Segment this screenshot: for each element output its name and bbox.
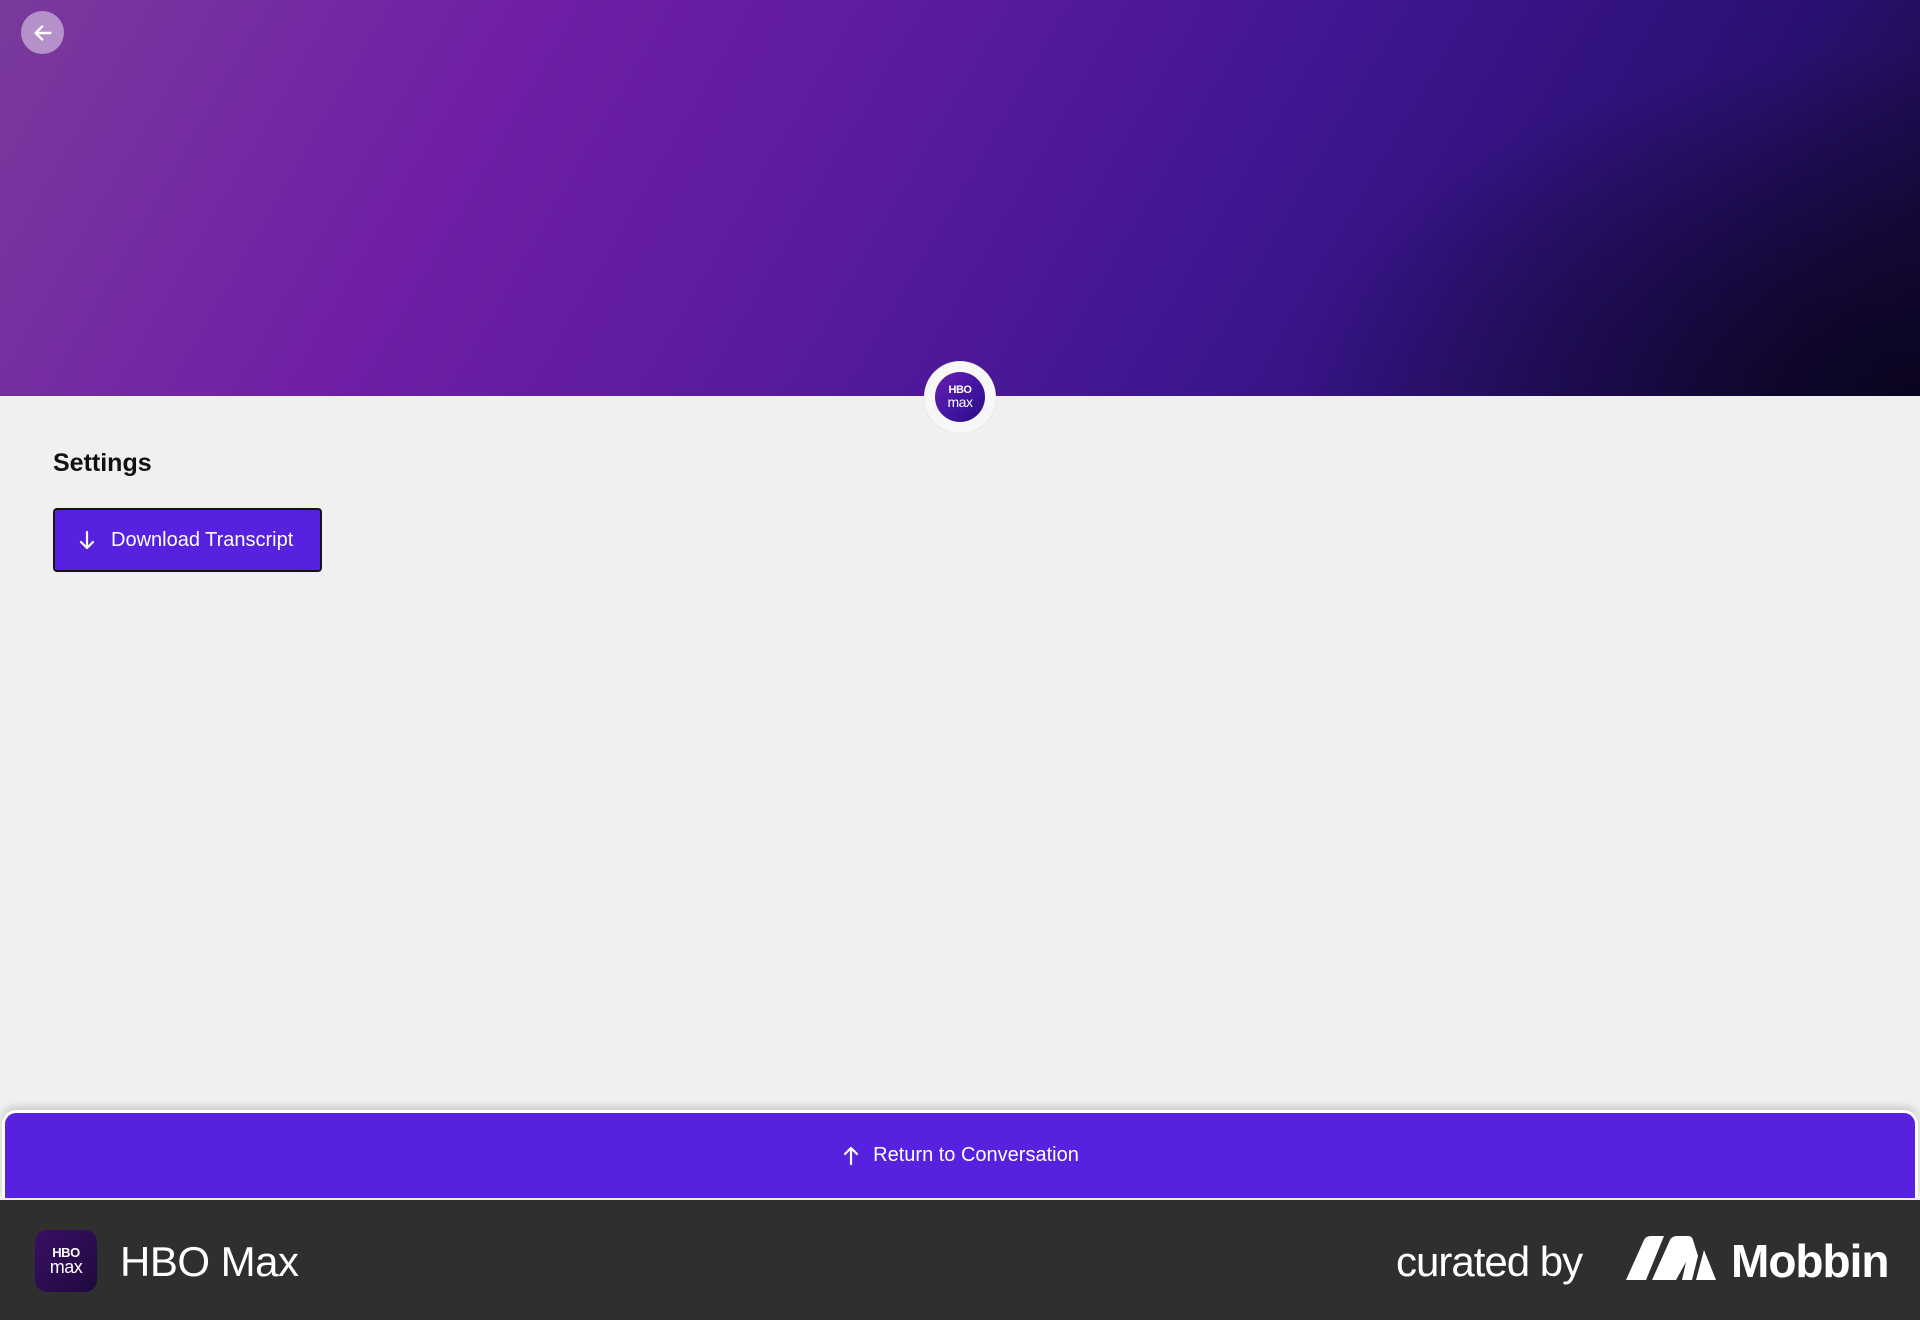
mobbin-logo-icon — [1626, 1236, 1716, 1280]
curated-by-label: curated by — [1396, 1238, 1583, 1285]
page: HBO max Settings Download Transcript Ret… — [0, 0, 1920, 1320]
app-icon: HBO max — [35, 1230, 97, 1292]
mobbin-brand-name: Mobbin — [1731, 1235, 1889, 1287]
arrow-left-icon — [33, 24, 52, 41]
brand-avatar: HBO max — [924, 361, 996, 433]
footer: HBO max HBO Max curated by Mobbin — [0, 1200, 1920, 1320]
page-title: Settings — [53, 449, 152, 477]
return-to-conversation-button[interactable]: Return to Conversation — [2, 1110, 1918, 1198]
arrow-down-icon — [79, 530, 95, 550]
arrow-up-icon — [844, 1146, 859, 1165]
app-icon-text-bottom: max — [49, 1257, 83, 1277]
app-name: HBO Max — [120, 1238, 299, 1285]
back-button[interactable] — [21, 11, 64, 54]
hero-header — [0, 0, 1920, 396]
hbo-max-logo: HBO max — [935, 372, 985, 422]
logo-text-bottom: max — [947, 394, 973, 410]
return-button-label: Return to Conversation — [873, 1144, 1079, 1166]
download-transcript-button[interactable]: Download Transcript — [53, 508, 322, 572]
download-button-label: Download Transcript — [111, 528, 294, 551]
